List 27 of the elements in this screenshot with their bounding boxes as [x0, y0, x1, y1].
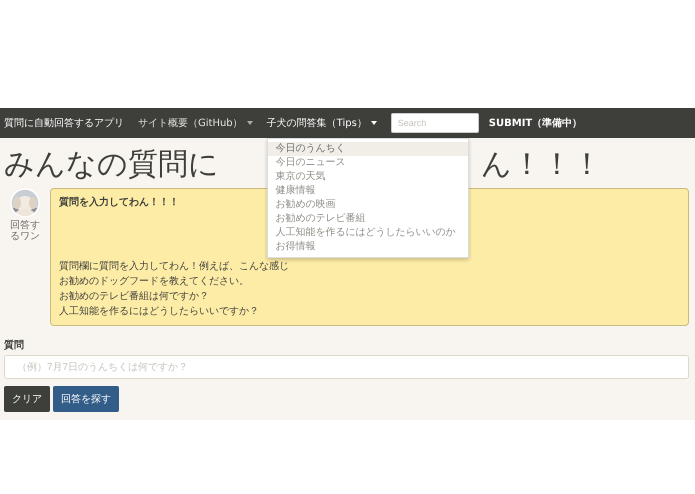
- dropdown-item[interactable]: お勧めのテレビ番組: [268, 212, 468, 226]
- caret-icon: [370, 121, 377, 125]
- bubble-text: 質問欄に質問を入力してわん！例えば、こんな感じ: [59, 260, 290, 274]
- example-question: お勧めのテレビ番組は何ですか？: [59, 290, 210, 304]
- submit-link[interactable]: SUBMIT（準備中）: [488, 116, 582, 130]
- dropdown-item[interactable]: 健康情報: [268, 184, 468, 198]
- nav-menu-link[interactable]: 子犬の問答集（Tips）: [266, 108, 377, 138]
- search-answer-button[interactable]: 回答を探す: [53, 386, 119, 412]
- clear-button[interactable]: クリア: [4, 386, 50, 412]
- page-heading: みんなの質問に: [4, 146, 219, 184]
- brand-link[interactable]: 質問に自動回答するアプリ: [4, 116, 124, 130]
- question-field[interactable]: （例）7月7日のうんちくは何ですか？: [4, 355, 689, 379]
- dropdown-item[interactable]: お勧めの映画: [268, 198, 468, 212]
- bot-name: 回答するワン: [9, 220, 41, 242]
- field-label: 質問: [4, 338, 25, 352]
- dropdown-item[interactable]: 今日のニュース: [268, 156, 468, 170]
- dropdown-item[interactable]: 今日のうんちく: [268, 142, 468, 156]
- nav-menu-link[interactable]: サイト概要（GitHub）: [138, 108, 253, 138]
- example-question: お勧めのドッグフードを教えてください。: [59, 275, 250, 289]
- dropdown-item[interactable]: 東京の天気: [268, 170, 468, 184]
- page-heading: ん！！！: [481, 146, 602, 184]
- search-field[interactable]: Search: [390, 113, 479, 133]
- dropdown-item[interactable]: 人工知能を作るにはどうしたらいいのか: [268, 226, 468, 240]
- bubble-title: 質問を入力してわん！！！: [59, 196, 179, 209]
- caret-icon: [246, 121, 253, 125]
- dropdown-item[interactable]: お得情報: [268, 240, 468, 254]
- example-question: 人工知能を作るにはどうしたらいいですか？: [59, 304, 260, 319]
